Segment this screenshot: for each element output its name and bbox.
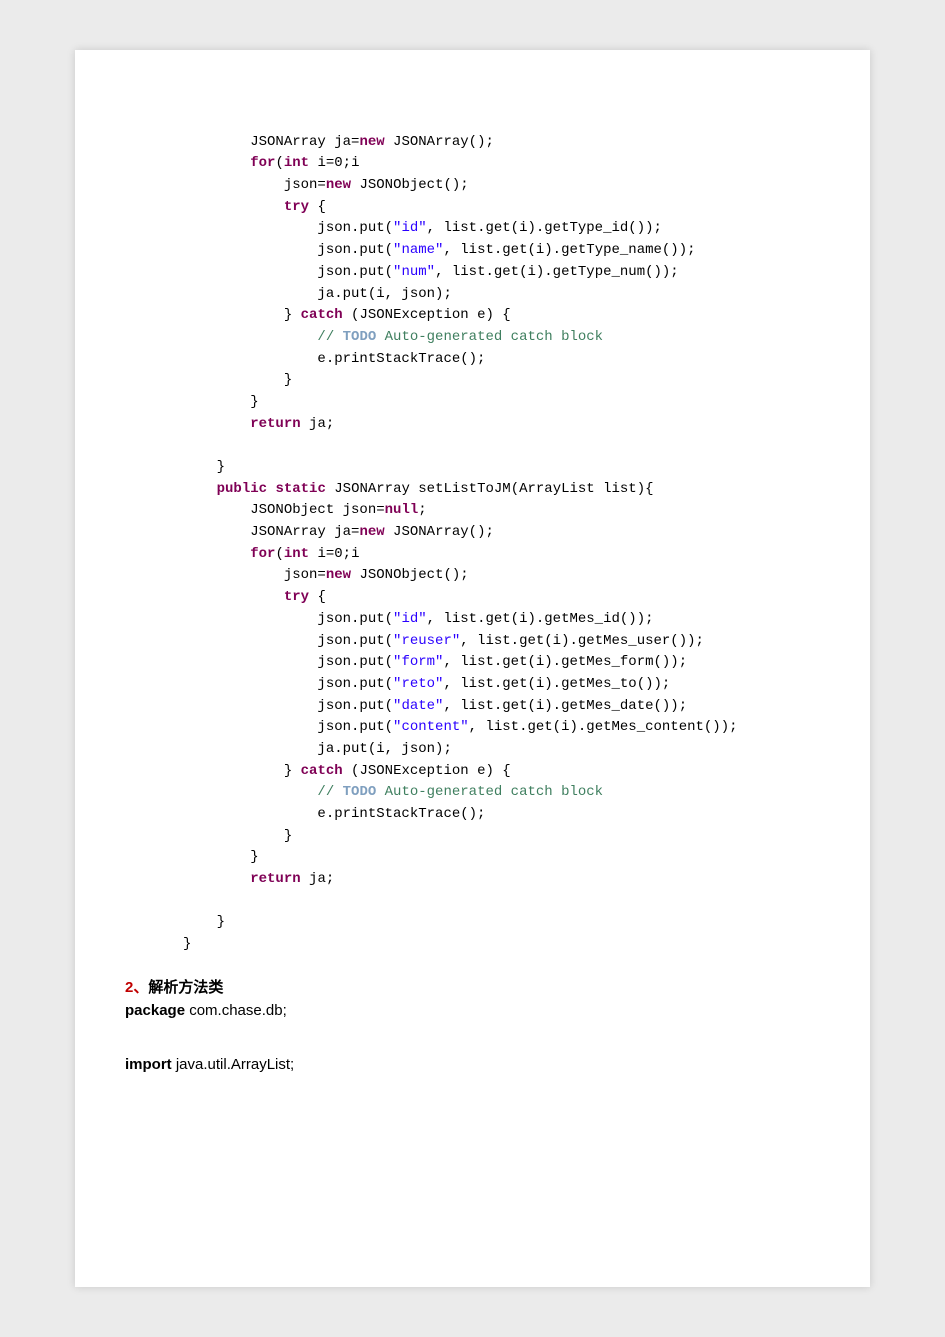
code-line: }	[183, 828, 292, 844]
code-line: json.put("date", list.get(i).getMes_date…	[183, 698, 687, 714]
code-line: json.put("reuser", list.get(i).getMes_us…	[183, 633, 704, 649]
code-line: try {	[183, 589, 326, 605]
code-line: for(int i=0;i	[183, 155, 359, 171]
code-line	[183, 893, 191, 909]
code-line: }	[183, 372, 292, 388]
code-line: json.put("form", list.get(i).getMes_form…	[183, 654, 687, 670]
code-line: return ja;	[183, 416, 334, 432]
code-line: ja.put(i, json);	[183, 286, 452, 302]
code-line: JSONArray ja=new JSONArray();	[183, 134, 494, 150]
import-line: import java.util.ArrayList;	[125, 1051, 820, 1078]
code-line: JSONArray ja=new JSONArray();	[183, 524, 494, 540]
code-line: ja.put(i, json);	[183, 741, 452, 757]
code-line: } catch (JSONException e) {	[183, 763, 511, 779]
import-value: java.util.ArrayList;	[172, 1056, 295, 1073]
code-line: return ja;	[183, 871, 334, 887]
code-line: try {	[183, 199, 326, 215]
code-line: json=new JSONObject();	[183, 177, 469, 193]
code-line	[183, 437, 191, 453]
code-line: json.put("reto", list.get(i).getMes_to()…	[183, 676, 670, 692]
code-line: json.put("content", list.get(i).getMes_c…	[183, 719, 738, 735]
section-heading: 2、解析方法类	[125, 976, 820, 997]
code-line: }	[183, 849, 259, 865]
code-line: }	[183, 914, 225, 930]
package-line: package com.chase.db;	[125, 997, 820, 1024]
code-line: // TODO Auto-generated catch block	[183, 784, 603, 800]
code-line: json.put("id", list.get(i).getMes_id());	[183, 611, 654, 627]
code-block-1: JSONArray ja=new JSONArray(); for(int i=…	[183, 110, 820, 956]
code-line: json.put("num", list.get(i).getType_num(…	[183, 264, 679, 280]
code-line: } catch (JSONException e) {	[183, 307, 511, 323]
code-line: }	[183, 936, 191, 952]
document-page: JSONArray ja=new JSONArray(); for(int i=…	[75, 50, 870, 1287]
section-number: 2、	[125, 979, 148, 996]
code-line: json=new JSONObject();	[183, 567, 469, 583]
code-line: json.put("name", list.get(i).getType_nam…	[183, 242, 696, 258]
code-line: JSONObject json=null;	[183, 502, 427, 518]
code-line: // TODO Auto-generated catch block	[183, 329, 603, 345]
section-title: 解析方法类	[148, 979, 223, 996]
package-value: com.chase.db;	[185, 1002, 287, 1019]
code-line: public static JSONArray setListToJM(Arra…	[183, 481, 654, 497]
import-keyword: import	[125, 1056, 172, 1073]
code-line: for(int i=0;i	[183, 546, 359, 562]
code-line: }	[183, 394, 259, 410]
blank-line	[125, 1024, 820, 1051]
code-line: e.printStackTrace();	[183, 806, 485, 822]
package-keyword: package	[125, 1002, 185, 1019]
code-line: }	[183, 459, 225, 475]
code-line: e.printStackTrace();	[183, 351, 485, 367]
code-line: json.put("id", list.get(i).getType_id())…	[183, 220, 662, 236]
